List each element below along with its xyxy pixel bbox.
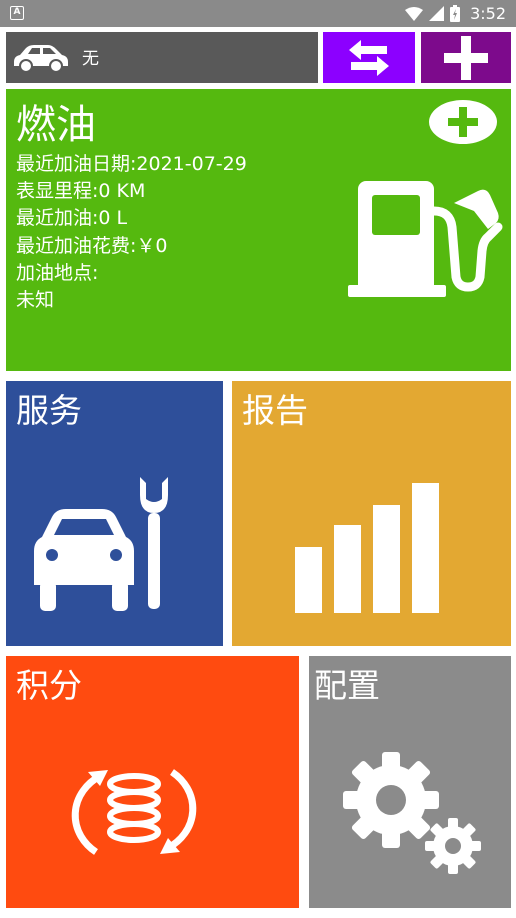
coins-cycle-icon	[71, 769, 197, 855]
swap-arrows-icon	[349, 39, 389, 76]
signal-icon	[429, 6, 445, 21]
notification-badge-icon: A	[10, 6, 24, 20]
report-title: 报告	[242, 391, 308, 430]
car-icon	[14, 45, 68, 73]
add-vehicle-button[interactable]	[421, 32, 511, 83]
report-tile[interactable]: 报告	[232, 381, 511, 646]
odometer-reading: 表显里程:0 KM	[16, 180, 146, 203]
fuel-location-value: 未知	[16, 289, 55, 312]
recent-fuel-date: 最近加油日期:2021-07-29	[16, 153, 247, 175]
points-tile[interactable]: 积分	[6, 656, 299, 908]
plus-icon	[444, 35, 488, 80]
circle-plus-icon[interactable]	[429, 99, 497, 145]
points-title: 积分	[16, 666, 82, 705]
fuel-pump-icon	[348, 181, 503, 297]
service-title: 服务	[16, 391, 82, 430]
car-wrench-icon	[34, 477, 168, 611]
clock: 3:52	[470, 4, 506, 23]
battery-icon	[450, 5, 461, 22]
status-bar: A 3:52	[0, 0, 516, 27]
fuel-info: 最近加油日期:2021-07-29 表显里程:0 KM 最近加油:0 L 最近加…	[16, 151, 247, 314]
fuel-title: 燃油	[16, 102, 96, 148]
fuel-tile[interactable]: 燃油 最近加油日期:2021-07-29 表显里程:0 KM 最近加油:0 L …	[6, 89, 511, 371]
recent-fuel-amount: 最近加油:0 L	[16, 207, 128, 230]
wifi-icon	[405, 6, 424, 21]
vehicle-name: 无	[82, 49, 99, 69]
gears-icon	[343, 752, 481, 874]
switch-vehicle-button[interactable]	[323, 32, 415, 83]
status-icons: 3:52	[405, 0, 506, 27]
service-tile[interactable]: 服务	[6, 381, 223, 646]
vehicle-selector[interactable]: 无	[6, 32, 318, 83]
config-title: 配置	[314, 666, 380, 705]
bar-chart-icon	[295, 483, 439, 613]
recent-fuel-cost: 最近加油花费:￥0	[16, 234, 168, 257]
config-tile[interactable]: 配置	[309, 656, 511, 908]
fuel-location-label: 加油地点:	[16, 261, 99, 284]
